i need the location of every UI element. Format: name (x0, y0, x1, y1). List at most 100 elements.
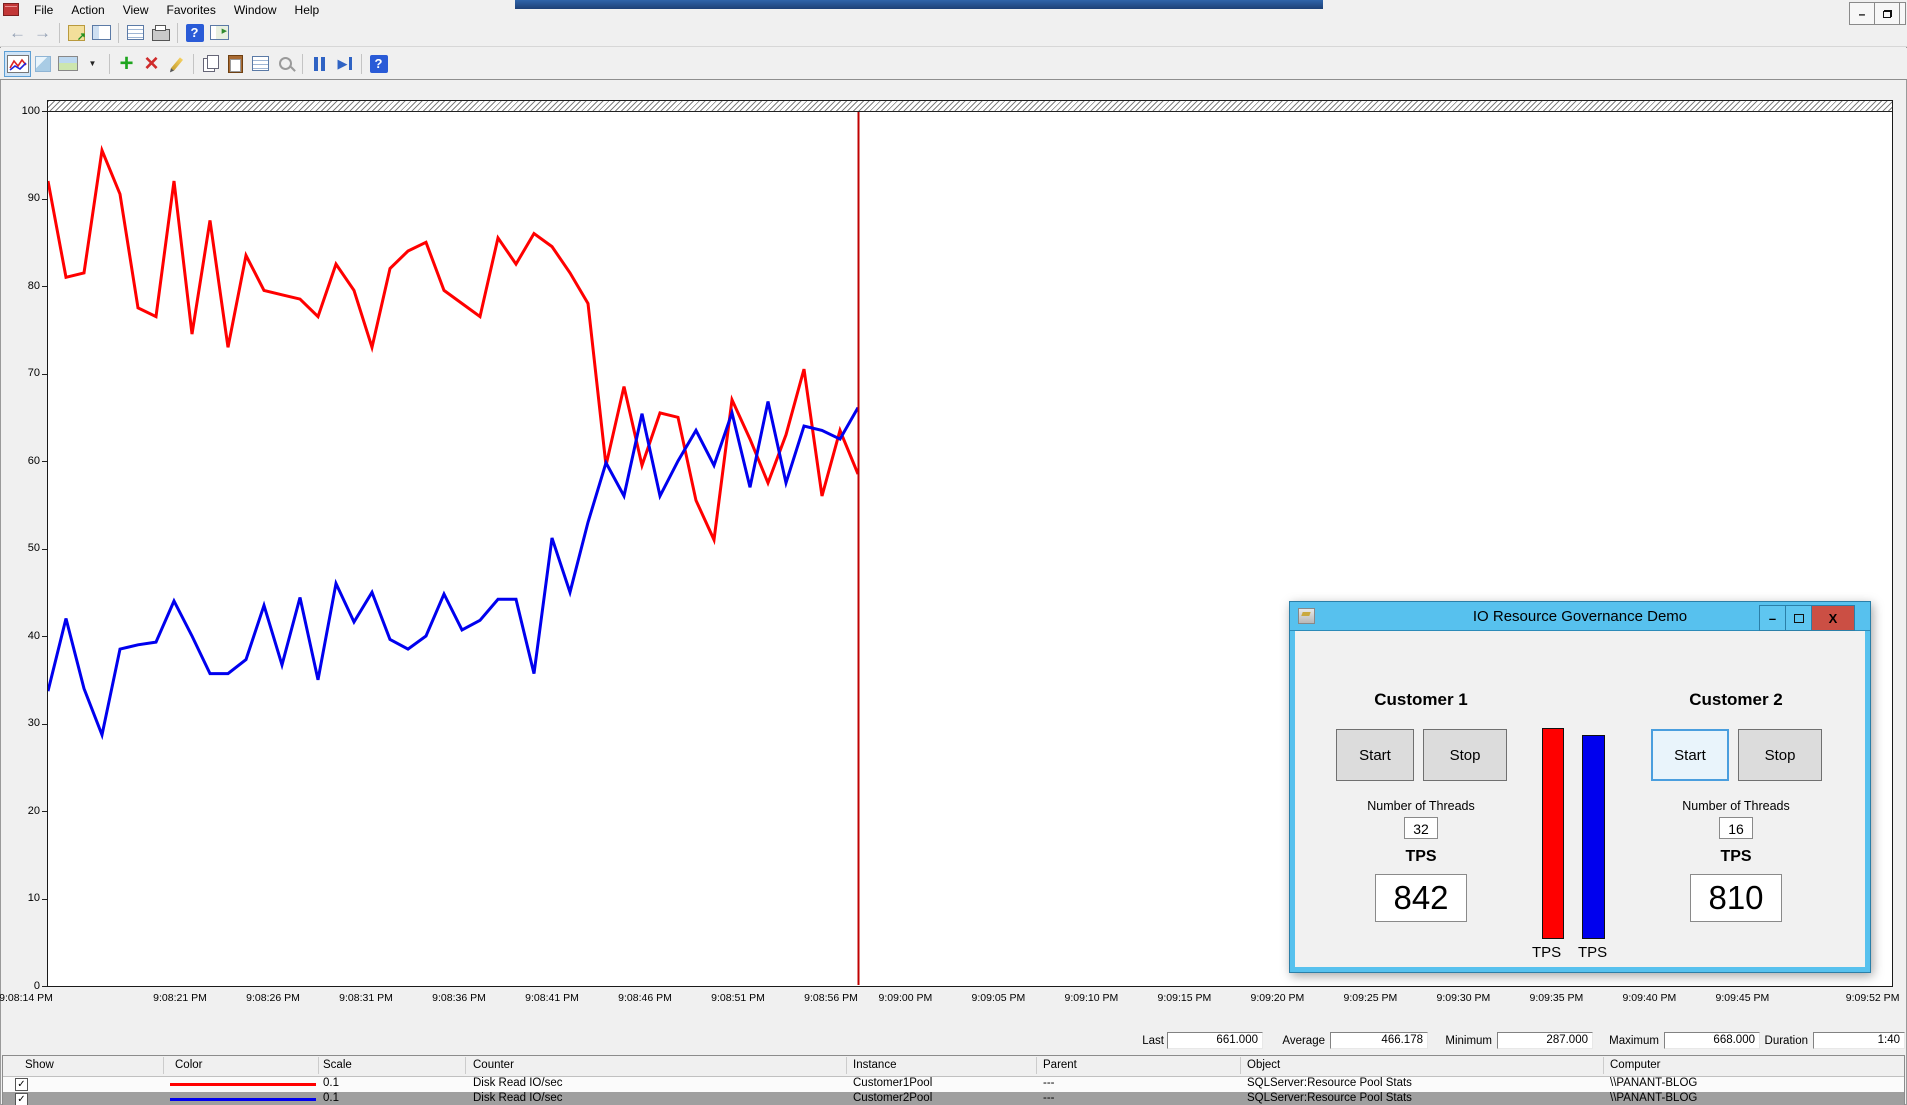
tps-label: TPS (1626, 848, 1846, 866)
restore-icon[interactable] (1875, 3, 1900, 24)
menu-help[interactable]: Help (286, 1, 329, 19)
threads-input-customer1[interactable]: 32 (1404, 817, 1438, 839)
demo-maximize-icon[interactable] (1786, 606, 1812, 630)
legend-col-computer[interactable]: Computer (1610, 1059, 1661, 1071)
menu-action[interactable]: Action (62, 1, 113, 19)
y-tick-mark (42, 111, 47, 112)
start-button-customer2[interactable]: Start (1651, 729, 1729, 781)
column-separator (1240, 1057, 1241, 1074)
back-icon[interactable]: ← (5, 21, 30, 45)
copy-properties-icon[interactable] (198, 52, 223, 76)
stat-value-minimum: 287.000 (1497, 1032, 1593, 1049)
demo-close-icon[interactable]: X (1812, 606, 1854, 630)
print-icon[interactable] (148, 21, 173, 45)
menu-window[interactable]: Window (225, 1, 286, 19)
zoom-icon[interactable] (273, 52, 298, 76)
x-tick-label: 9:08:26 PM (236, 992, 310, 1004)
x-tick-label: 9:08:31 PM (329, 992, 403, 1004)
show-checkbox[interactable]: ✓ (15, 1093, 28, 1105)
y-tick-mark (42, 899, 47, 900)
paste-counter-list-icon[interactable] (223, 52, 248, 76)
console-tree-icon[interactable] (89, 21, 114, 45)
stat-value-duration: 1:40 (1813, 1032, 1905, 1049)
sqlserver-app-icon (1298, 608, 1315, 624)
customer-heading: Customer 1 (1311, 690, 1531, 710)
column-separator (465, 1057, 466, 1074)
y-tick-label: 30 (2, 717, 40, 729)
freeze-display-icon[interactable] (307, 52, 332, 76)
cell-computer: \\PANANT-BLOG (1610, 1077, 1697, 1089)
standard-toolbar: ←→? (0, 19, 1907, 47)
update-data-icon[interactable]: ▶ (332, 52, 357, 76)
view-report-icon[interactable] (55, 52, 80, 76)
x-tick-label: 9:09:05 PM (961, 992, 1035, 1004)
x-tick-label: 9:08:51 PM (701, 992, 775, 1004)
view-chart-icon[interactable] (5, 52, 30, 76)
legend-col-show[interactable]: Show (25, 1059, 54, 1071)
y-tick-mark (42, 549, 47, 550)
demo-caption-buttons: – X (1759, 605, 1855, 631)
stop-button-customer1[interactable]: Stop (1423, 729, 1507, 781)
minimize-icon[interactable]: – (1850, 3, 1875, 24)
legend-header-row: Show Color Scale Counter Instance Parent Objec… (3, 1056, 1904, 1077)
perfmon-window: FileActionViewFavoritesWindowHelp – ←→? … (0, 0, 1907, 1105)
stat-label-last: Last (1128, 1035, 1164, 1047)
y-tick-label: 70 (2, 367, 40, 379)
bar-label-tps1: TPS (1532, 944, 1561, 961)
properties-dialog-icon[interactable] (123, 21, 148, 45)
threads-label: Number of Threads (1311, 799, 1531, 813)
x-tick-label: 9:09:52 PM (1836, 992, 1907, 1004)
customer-heading: Customer 2 (1626, 690, 1846, 710)
cell-counter: Disk Read IO/sec (473, 1077, 562, 1089)
threads-label: Number of Threads (1626, 799, 1846, 813)
y-tick-label: 60 (2, 455, 40, 467)
export-list-icon[interactable] (64, 21, 89, 45)
tps-value-customer1: 842 (1375, 874, 1467, 922)
x-tick-label: 9:08:14 PM (0, 992, 63, 1004)
legend-col-object[interactable]: Object (1247, 1059, 1280, 1071)
y-tick-mark (42, 636, 47, 637)
demo-client-area: Customer 1StartStopNumber of Threads32TP… (1295, 631, 1865, 967)
add-counter-icon[interactable]: + (114, 52, 139, 76)
counter-legend-table: Show Color Scale Counter Instance Parent Objec… (2, 1055, 1905, 1105)
view-histogram-icon[interactable] (30, 52, 55, 76)
legend-col-parent[interactable]: Parent (1043, 1059, 1077, 1071)
customer-panel-1: Customer 1 StartStop Number of Threads 32 TP… (1311, 631, 1531, 967)
help-icon[interactable]: ? (366, 52, 391, 76)
column-separator (318, 1057, 319, 1074)
cell-object: SQLServer:Resource Pool Stats (1247, 1077, 1412, 1089)
menu-file[interactable]: File (25, 1, 62, 19)
start-button-customer1[interactable]: Start (1336, 729, 1414, 781)
forward-icon[interactable]: → (30, 21, 55, 45)
help-icon[interactable]: ? (182, 21, 207, 45)
demo-app-window[interactable]: IO Resource Governance Demo – X Customer… (1289, 601, 1871, 973)
menu-favorites[interactable]: Favorites (158, 1, 225, 19)
demo-minimize-icon[interactable]: – (1760, 606, 1786, 630)
legend-row-Customer2Pool[interactable]: ✓0.1Disk Read IO/secCustomer2Pool---SQLS… (3, 1092, 1904, 1105)
highlight-icon[interactable] (164, 52, 189, 76)
legend-col-instance[interactable]: Instance (853, 1059, 896, 1071)
legend-row-Customer1Pool[interactable]: ✓0.1Disk Read IO/secCustomer1Pool---SQLS… (3, 1077, 1904, 1091)
show-checkbox[interactable]: ✓ (15, 1078, 28, 1091)
column-separator (1603, 1057, 1604, 1074)
close-icon[interactable] (1900, 3, 1905, 24)
properties-dialog-icon[interactable] (248, 52, 273, 76)
delete-counter-icon[interactable]: × (139, 52, 164, 76)
threads-input-customer2[interactable]: 16 (1719, 817, 1753, 839)
dropdown-caret-icon[interactable]: ▼ (80, 52, 105, 76)
stat-label-average: Average (1269, 1035, 1325, 1047)
customer-panel-2: Customer 2 StartStop Number of Threads 16 TP… (1626, 631, 1846, 967)
y-tick-label: 90 (2, 192, 40, 204)
x-tick-label: 9:08:21 PM (143, 992, 217, 1004)
legend-col-counter[interactable]: Counter (473, 1059, 514, 1071)
legend-col-color[interactable]: Color (175, 1059, 202, 1071)
menu-view[interactable]: View (114, 1, 158, 19)
chart-top-hatch (48, 101, 1892, 112)
menu-items: FileActionViewFavoritesWindowHelp (25, 1, 328, 19)
tps-bar-customer1 (1542, 728, 1564, 939)
action-pane-icon[interactable] (207, 21, 232, 45)
tps-label: TPS (1311, 848, 1531, 866)
stop-button-customer2[interactable]: Stop (1738, 729, 1822, 781)
toolbar-separator (193, 54, 194, 74)
legend-col-scale[interactable]: Scale (323, 1059, 352, 1071)
